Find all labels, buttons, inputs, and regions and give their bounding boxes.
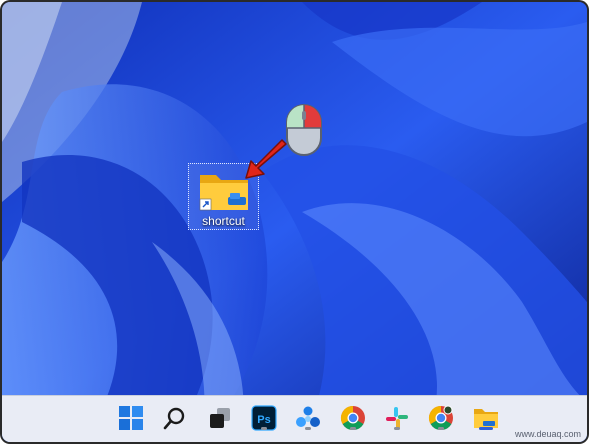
taskbar-chrome-2[interactable] <box>426 403 456 433</box>
watermark: www.deuaq.com <box>514 429 581 439</box>
mouse-right-click-icon <box>286 104 322 156</box>
desktop-wallpaper <box>2 2 587 442</box>
running-indicator <box>438 427 444 430</box>
search-icon <box>163 407 185 430</box>
task-view-button[interactable] <box>205 403 235 433</box>
windows-logo-icon <box>119 406 143 430</box>
start-button[interactable] <box>116 403 146 433</box>
search-button[interactable] <box>160 403 190 433</box>
desktop-screen: shortcut Ps www.deuaq.com <box>2 2 587 442</box>
active-indicator <box>479 427 493 430</box>
taskbar-photoshop[interactable]: Ps <box>249 403 279 433</box>
running-indicator <box>305 427 311 430</box>
photoshop-label: Ps <box>257 414 270 426</box>
running-indicator <box>350 427 356 430</box>
task-view-icon <box>210 408 230 428</box>
taskbar-chrome-1[interactable] <box>338 403 368 433</box>
red-arrow-icon <box>245 139 287 179</box>
running-indicator <box>261 427 267 430</box>
taskbar-file-explorer[interactable] <box>471 403 501 433</box>
shortcut-label: shortcut <box>202 214 245 228</box>
taskbar: Ps www.deuaq.com <box>2 395 587 442</box>
taskbar-app-blue[interactable] <box>293 403 323 433</box>
running-indicator <box>394 427 400 430</box>
taskbar-slack[interactable] <box>382 403 412 433</box>
